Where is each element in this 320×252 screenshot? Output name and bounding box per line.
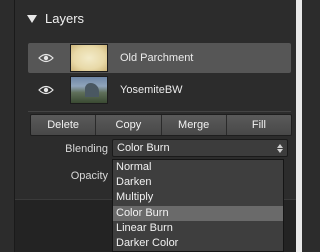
layers-panel-header[interactable]: Layers — [15, 0, 296, 37]
merge-button[interactable]: Merge — [161, 115, 227, 135]
eye-icon[interactable] — [38, 53, 54, 63]
divider — [28, 111, 291, 112]
menu-item-normal[interactable]: Normal — [113, 160, 283, 175]
blending-mode-dropdown-menu: Normal Darken Multiply Color Burn Linear… — [112, 159, 284, 252]
layer-row-old-parchment[interactable]: Old Parchment — [28, 43, 291, 73]
menu-item-darker-color[interactable]: Darker Color — [113, 236, 283, 251]
layer-action-buttons: Delete Copy Merge Fill — [30, 114, 292, 136]
layer-list: Old Parchment YosemiteBW — [28, 41, 291, 109]
delete-button[interactable]: Delete — [31, 115, 97, 135]
panel-title: Layers — [45, 11, 85, 26]
menu-item-linear-burn[interactable]: Linear Burn — [113, 221, 283, 236]
blending-label: Blending — [65, 143, 108, 155]
blending-mode-value: Color Burn — [117, 142, 170, 154]
layers-panel: Layers Old Parchment YosemiteBW Delete C… — [0, 0, 302, 252]
layer-name: YosemiteBW — [120, 84, 183, 96]
parchment-thumbnail — [70, 44, 108, 72]
menu-item-color-burn[interactable]: Color Burn — [113, 205, 283, 221]
disclosure-triangle-down-icon[interactable] — [27, 14, 37, 23]
blending-mode-select[interactable]: Color Burn — [112, 139, 288, 157]
layer-row-yosemitebw[interactable]: YosemiteBW — [28, 75, 291, 105]
menu-item-multiply[interactable]: Multiply — [113, 190, 283, 205]
yosemite-thumbnail — [70, 76, 108, 104]
fill-button[interactable]: Fill — [226, 115, 291, 135]
copy-button[interactable]: Copy — [96, 115, 162, 135]
thumbnail-cliff-shape — [85, 83, 99, 97]
opacity-label: Opacity — [70, 170, 108, 182]
select-stepper-icon — [277, 143, 283, 153]
menu-item-darken[interactable]: Darken — [113, 175, 283, 190]
eye-icon[interactable] — [38, 85, 54, 95]
layer-name: Old Parchment — [120, 52, 194, 64]
panel-right-edge — [296, 0, 302, 252]
